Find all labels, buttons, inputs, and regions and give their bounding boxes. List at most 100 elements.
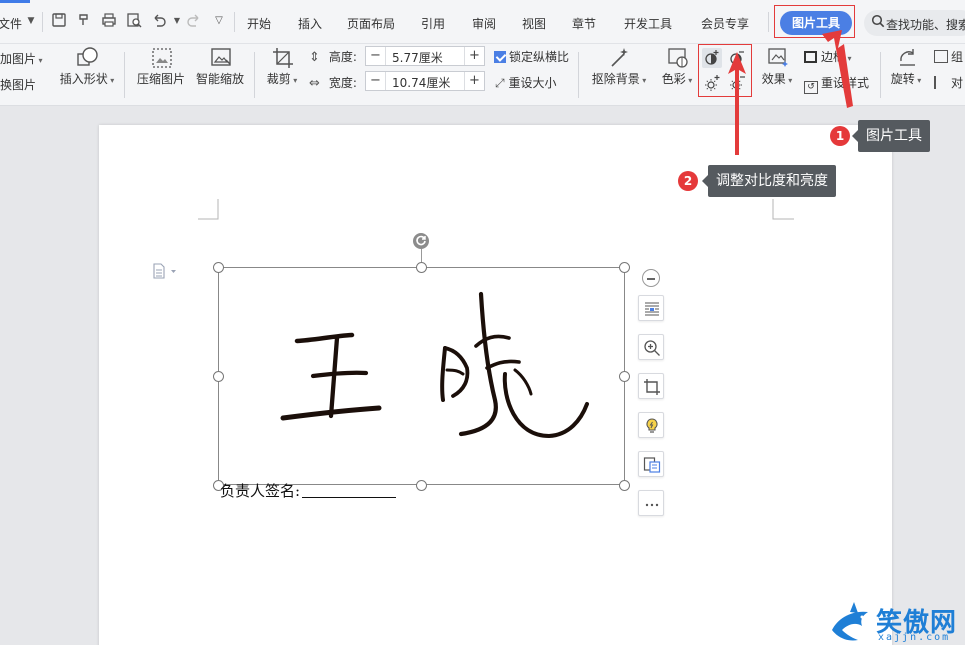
crop-icon: [644, 379, 660, 395]
annotation-badge-2: 2: [678, 171, 698, 191]
resize-handle-top-left[interactable]: [213, 262, 224, 273]
smart-zoom-icon: [209, 46, 231, 68]
height-increase-button[interactable]: +: [464, 47, 484, 65]
crop-side-button[interactable]: [638, 373, 664, 399]
divider: [578, 52, 579, 98]
shape-icon: [76, 46, 98, 68]
tab-section[interactable]: 章节: [572, 15, 596, 32]
crop-button[interactable]: 裁剪 ▾: [262, 46, 302, 87]
width-decrease-button[interactable]: −: [366, 72, 386, 90]
annotation-tooltip-1: 图片工具: [852, 120, 930, 152]
signature-image[interactable]: [218, 267, 625, 485]
tab-page-layout[interactable]: 页面布局: [347, 15, 395, 32]
lock-aspect-ratio-checkbox[interactable]: 锁定纵横比: [494, 48, 569, 65]
watermark-url: xajjn.com: [878, 632, 951, 643]
annotation-arrow-1: [822, 30, 853, 108]
width-row: ⇔ 宽度:: [309, 74, 357, 91]
align-button[interactable]: 对: [934, 74, 963, 91]
divider: [234, 12, 235, 32]
add-picture-button[interactable]: 加图片 ▾: [0, 50, 43, 67]
page-margin-mark-right: [772, 199, 794, 220]
width-icon: ⇔: [309, 76, 320, 91]
crop-icon: [271, 46, 293, 68]
rotate-handle-icon[interactable]: [413, 233, 429, 249]
smart-suggest-button[interactable]: [638, 412, 664, 438]
group-button[interactable]: 组: [934, 48, 963, 65]
height-row: ⇕ 高度:: [309, 48, 357, 65]
tab-references[interactable]: 引用: [421, 15, 445, 32]
resize-handle-bottom-right[interactable]: [619, 480, 630, 491]
chevron-down-icon: ▾: [639, 76, 647, 85]
color-palette-icon: [666, 46, 688, 68]
collapse-toolbar-icon[interactable]: [642, 269, 660, 287]
color-label: 色彩: [661, 72, 686, 86]
height-spinner[interactable]: − 5.77厘米 +: [365, 46, 485, 66]
remove-background-button[interactable]: 抠除背景 ▾: [588, 46, 650, 87]
more-options-button[interactable]: [638, 490, 664, 516]
signature-caption: 负责人签名:: [220, 480, 397, 501]
change-picture-button[interactable]: 换图片: [0, 76, 36, 93]
group-icon: [934, 50, 948, 63]
align-label: 对: [951, 76, 964, 90]
layout-options-button[interactable]: [638, 295, 664, 321]
insert-shape-label: 插入形状: [59, 72, 108, 86]
reset-size-icon: ⤢: [495, 76, 505, 90]
file-menu[interactable]: 文件: [0, 15, 22, 32]
width-increase-button[interactable]: +: [464, 72, 484, 90]
undo-dropdown-icon[interactable]: ▼: [168, 12, 186, 30]
resize-handle-middle-right[interactable]: [619, 371, 630, 382]
lightbulb-icon: [646, 418, 658, 433]
tab-insert[interactable]: 插入: [298, 15, 322, 32]
signature-blank-line: [302, 484, 397, 498]
insert-shape-button[interactable]: 插入形状 ▾: [57, 46, 117, 87]
resize-handle-top-right[interactable]: [619, 262, 630, 273]
height-decrease-button[interactable]: −: [366, 47, 386, 65]
width-spinner[interactable]: − 10.74厘米 +: [365, 71, 485, 91]
divider: [42, 12, 43, 32]
rotate-label: 旋转: [890, 72, 915, 86]
smart-zoom-button[interactable]: 智能缩放: [193, 46, 247, 87]
height-icon: ⇕: [309, 50, 320, 65]
magic-wand-icon: [608, 46, 630, 68]
reset-size-button[interactable]: ⤢ 重设大小: [495, 74, 556, 91]
undo-icon[interactable]: [150, 12, 168, 30]
text-wrap-icon: [645, 302, 659, 316]
zoom-in-button[interactable]: [638, 334, 664, 360]
chevron-down-icon: ▾: [36, 56, 43, 65]
quick-access-dropdown-icon[interactable]: ▽: [210, 12, 228, 30]
search-input[interactable]: 查找功能、搜索: [886, 16, 965, 33]
rotate-button[interactable]: 旋转 ▾: [886, 46, 926, 87]
page-margin-mark-left: [198, 199, 219, 220]
paragraph-handle-icon[interactable]: [152, 263, 178, 279]
chevron-down-icon[interactable]: ▼: [22, 12, 40, 30]
resize-handle-bottom-center[interactable]: [416, 480, 427, 491]
more-icon: [645, 503, 659, 507]
tab-view[interactable]: 视图: [522, 15, 546, 32]
height-input[interactable]: 5.77厘米: [392, 49, 443, 66]
save-icon[interactable]: [50, 12, 68, 30]
tab-developer[interactable]: 开发工具: [624, 15, 672, 32]
image-to-text-button[interactable]: [638, 451, 664, 477]
resize-handle-middle-left[interactable]: [213, 371, 224, 382]
format-painter-icon[interactable]: [75, 12, 93, 30]
search-box[interactable]: 查找功能、搜索: [864, 10, 965, 36]
print-icon[interactable]: [100, 12, 118, 30]
remove-background-label: 抠除背景: [591, 72, 640, 86]
tab-home[interactable]: 开始: [247, 15, 271, 32]
add-picture-label: 加图片: [0, 52, 37, 66]
tab-review[interactable]: 审阅: [472, 15, 496, 32]
checkbox-checked-icon: [494, 51, 506, 63]
annotation-arrow-2: [728, 52, 746, 155]
compress-picture-button[interactable]: 压缩图片: [134, 46, 188, 87]
color-button[interactable]: 色彩 ▾: [657, 46, 697, 87]
height-label: 高度:: [328, 50, 357, 64]
chevron-down-icon: ▾: [914, 76, 922, 85]
resize-handle-top-center[interactable]: [416, 262, 427, 273]
redo-icon[interactable]: [185, 12, 203, 30]
width-label: 宽度:: [328, 76, 357, 90]
divider: [254, 52, 255, 98]
width-input[interactable]: 10.74厘米: [392, 74, 450, 91]
lock-ratio-label: 锁定纵横比: [509, 50, 570, 64]
print-preview-icon[interactable]: [125, 12, 143, 30]
caption-label: 负责人签名:: [220, 482, 301, 500]
